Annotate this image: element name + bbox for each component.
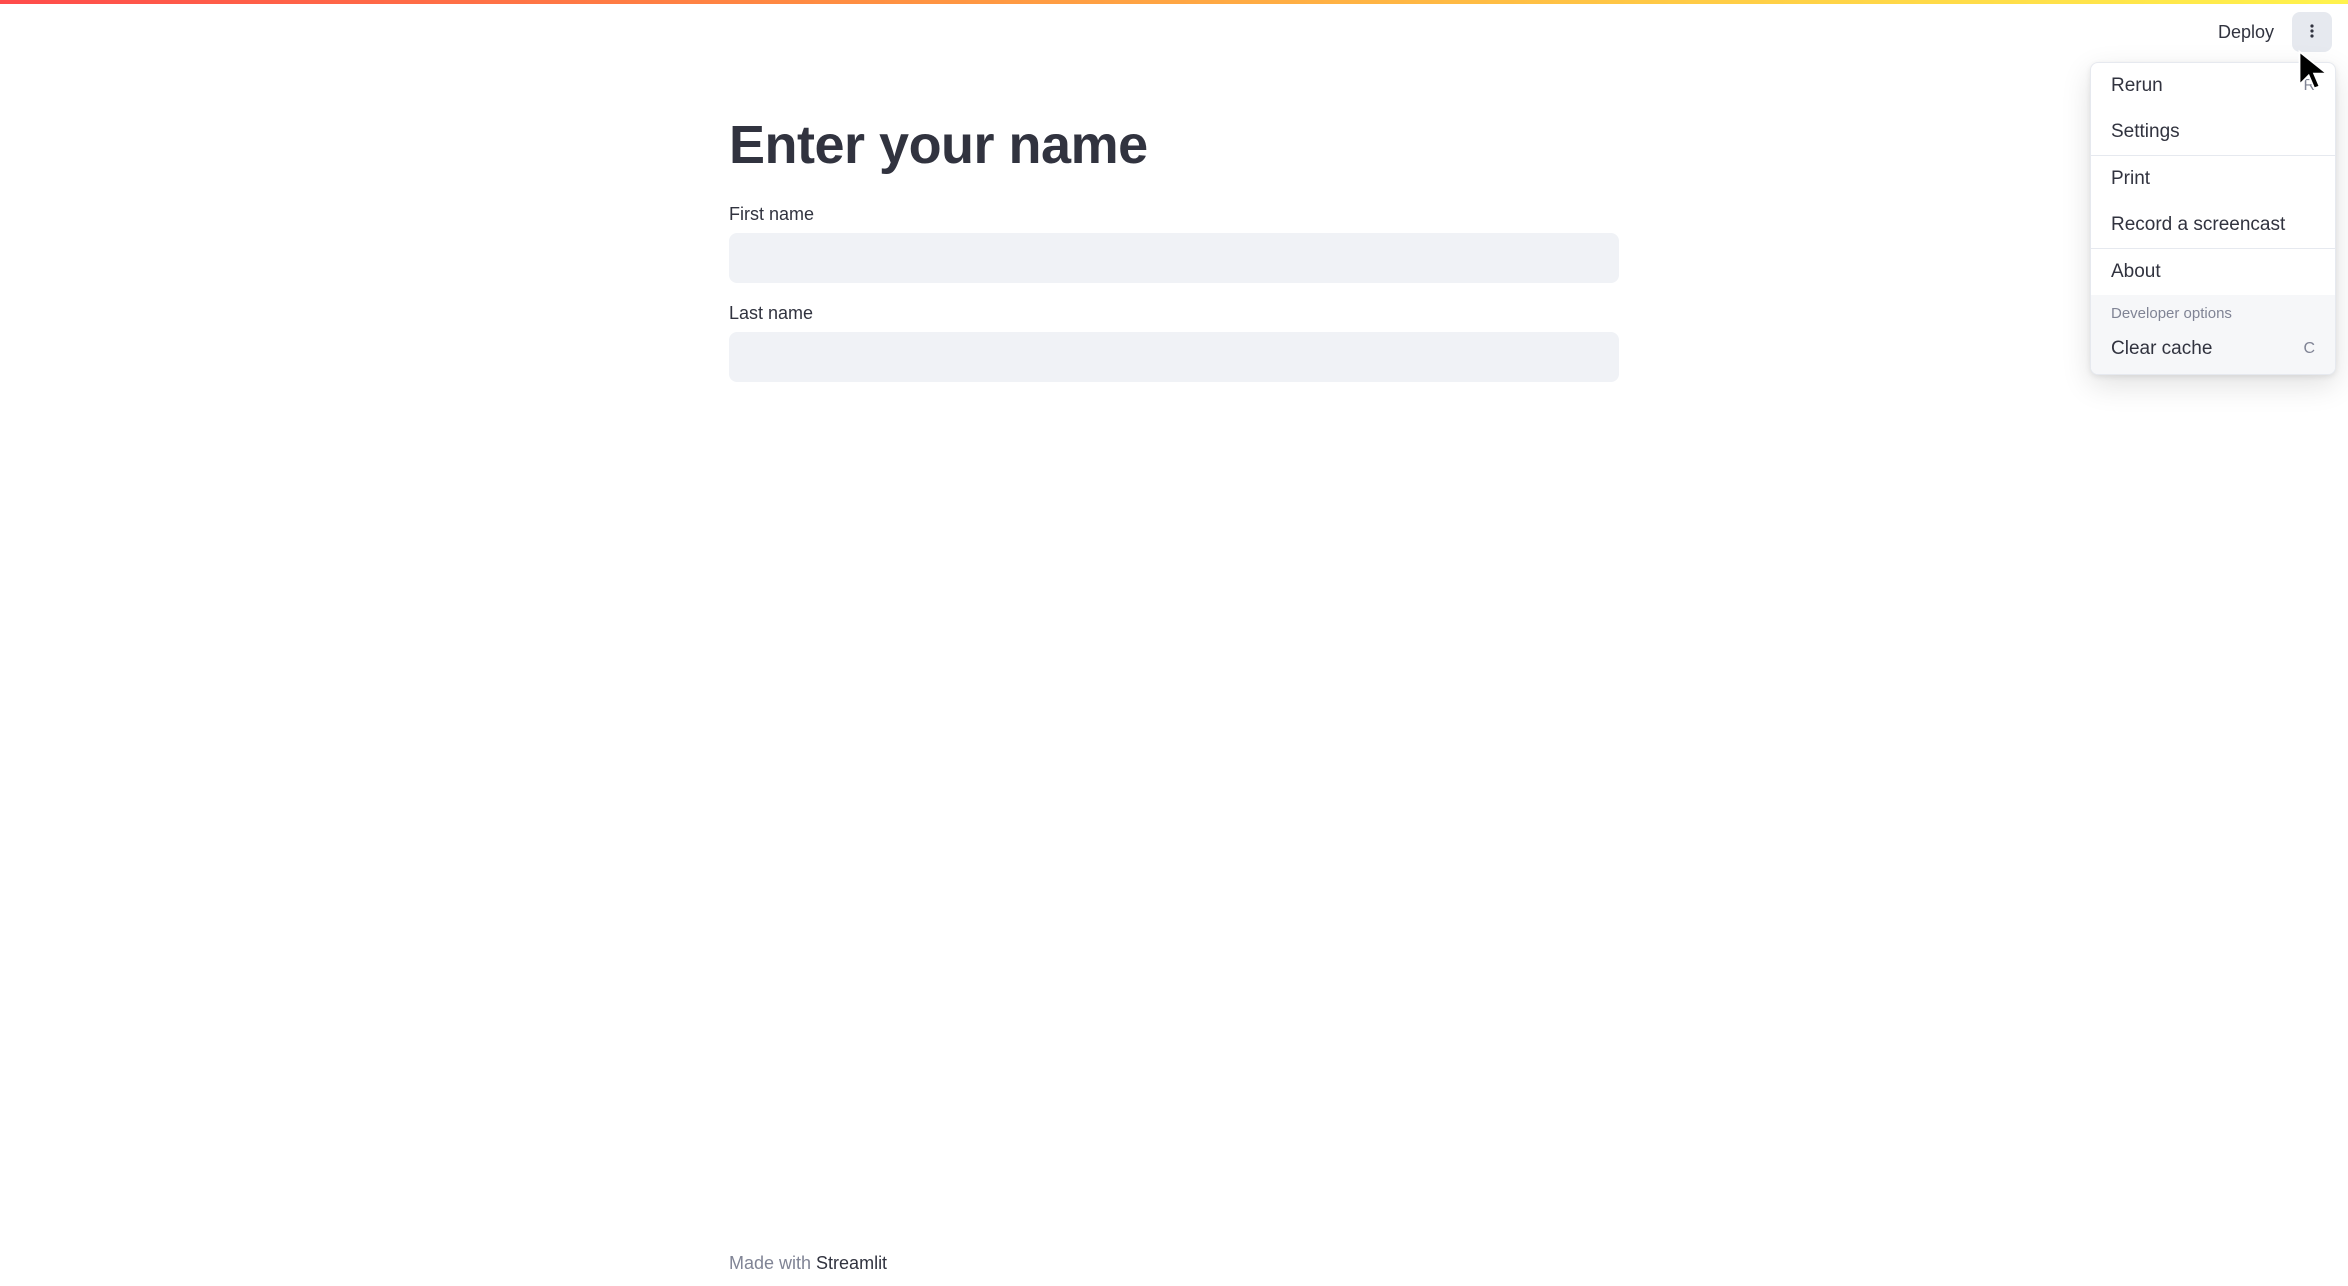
menu-item-record-screencast[interactable]: Record a screencast [2091, 202, 2335, 248]
menu-item-about[interactable]: About [2091, 249, 2335, 295]
menu-item-label: Print [2111, 168, 2150, 190]
menu-item-label: Rerun [2111, 75, 2163, 97]
menu-item-clear-cache[interactable]: Clear cache C [2091, 326, 2335, 372]
menu-item-print[interactable]: Print [2091, 156, 2335, 202]
last-name-label: Last name [729, 303, 1619, 324]
page-title: Enter your name [729, 114, 1619, 176]
toolbar: Deploy [2208, 4, 2348, 60]
menu-section-header: Developer options [2091, 295, 2335, 326]
menu-shortcut: C [2303, 340, 2315, 358]
main-menu-dropdown: Rerun R Settings Print Record a screenca… [2090, 62, 2336, 375]
footer-prefix: Made with [729, 1253, 816, 1273]
menu-item-rerun[interactable]: Rerun R [2091, 63, 2335, 109]
form-container: Enter your name First name Last name [729, 114, 1619, 382]
first-name-label: First name [729, 204, 1619, 225]
menu-item-label: Settings [2111, 121, 2180, 143]
footer-brand-link[interactable]: Streamlit [816, 1253, 887, 1273]
kebab-icon [2304, 23, 2320, 42]
menu-developer-section: Developer options Clear cache C [2091, 295, 2335, 374]
main-menu-button[interactable] [2292, 12, 2332, 52]
menu-item-label: Record a screencast [2111, 214, 2285, 236]
menu-item-label: Clear cache [2111, 338, 2212, 360]
menu-item-label: About [2111, 261, 2161, 283]
menu-item-settings[interactable]: Settings [2091, 109, 2335, 155]
first-name-input[interactable] [729, 233, 1619, 283]
footer: Made with Streamlit [729, 1253, 1619, 1274]
last-name-input[interactable] [729, 332, 1619, 382]
deploy-button[interactable]: Deploy [2208, 16, 2284, 49]
menu-shortcut: R [2303, 77, 2315, 95]
main-content: Enter your name First name Last name [0, 4, 2348, 382]
